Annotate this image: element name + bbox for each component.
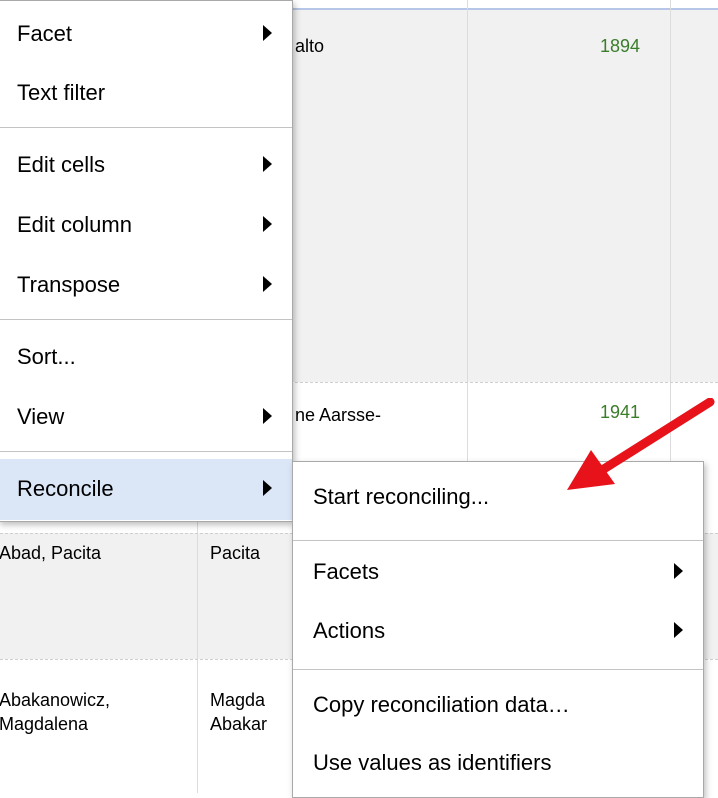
menu-item-label: Facet	[17, 21, 73, 46]
menu-item-label: Text filter	[17, 80, 106, 105]
submenu-arrow-icon	[674, 622, 683, 638]
menu-item-reconcile[interactable]: Reconcile	[0, 459, 292, 520]
table-cell-alt-name: Pacita	[210, 543, 261, 563]
menu-item-label: Sort...	[17, 344, 76, 369]
menu-item-label: Use values as identifiers	[313, 750, 552, 775]
submenu-arrow-icon	[263, 216, 272, 232]
menu-item-label: Facets	[313, 559, 380, 584]
submenu-arrow-icon	[263, 25, 272, 41]
submenu-arrow-icon	[263, 408, 272, 424]
menu-item-text-filter[interactable]: Text filter	[0, 63, 292, 122]
menu-separator	[0, 127, 292, 128]
menu-item-label: Edit column	[17, 212, 132, 237]
menu-separator	[0, 319, 292, 320]
menu-item-view[interactable]: View	[0, 387, 292, 446]
table-cell-year: 1894	[600, 36, 641, 56]
submenu-arrow-icon	[263, 156, 272, 172]
menu-item-label: Transpose	[17, 272, 121, 297]
menu-item-copy-reconciliation-data[interactable]: Copy reconciliation data…	[293, 675, 703, 734]
table-cell-name: Abad, Pacita	[0, 543, 102, 563]
table-cell-name: Magdalena	[0, 714, 89, 734]
menu-item-actions[interactable]: Actions	[293, 601, 703, 660]
menu-item-transpose[interactable]: Transpose	[0, 255, 292, 314]
menu-item-label: Start reconciling...	[313, 484, 490, 509]
menu-item-edit-cells[interactable]: Edit cells	[0, 135, 292, 194]
menu-item-label: Copy reconciliation data…	[313, 692, 570, 717]
column-context-menu: Facet Text filter Edit cells Edit column…	[0, 0, 293, 522]
table-cell-name: alto	[295, 36, 325, 56]
menu-item-sort[interactable]: Sort...	[0, 327, 292, 386]
menu-separator	[293, 540, 703, 541]
table-cell-alt-name: Abakar	[210, 714, 268, 734]
menu-item-facets[interactable]: Facets	[293, 542, 703, 601]
menu-item-label: View	[17, 404, 65, 429]
menu-item-label: Reconcile	[17, 476, 114, 501]
menu-item-facet[interactable]: Facet	[0, 4, 292, 63]
reconcile-submenu: Start reconciling... Facets Actions Copy…	[292, 461, 704, 798]
table-cell-alt-name: Magda	[210, 690, 266, 710]
menu-item-use-values-as-identifiers[interactable]: Use values as identifiers	[293, 733, 703, 792]
table-cell-name: Abakanowicz,	[0, 690, 111, 710]
menu-item-label: Actions	[313, 618, 386, 643]
submenu-arrow-icon	[263, 480, 272, 496]
menu-item-edit-column[interactable]: Edit column	[0, 195, 292, 254]
menu-separator	[293, 669, 703, 670]
menu-item-label: Edit cells	[17, 152, 106, 177]
submenu-arrow-icon	[674, 563, 683, 579]
table-cell-name: ne Aarsse-	[295, 405, 382, 425]
annotation-arrow	[567, 398, 715, 490]
submenu-arrow-icon	[263, 276, 272, 292]
menu-separator	[0, 451, 292, 452]
